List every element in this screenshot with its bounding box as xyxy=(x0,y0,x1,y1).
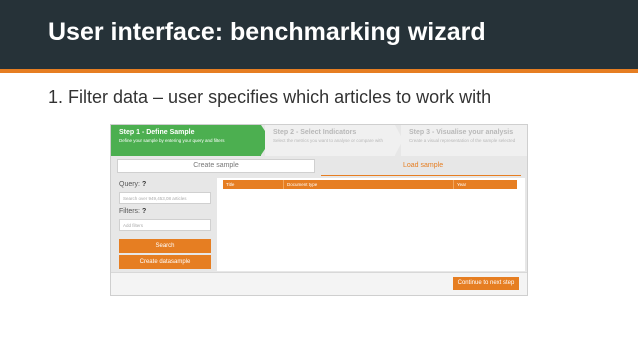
filters-label: Filters: ? xyxy=(119,208,147,215)
query-sidebar: Query: ? Search over 949,453,08 articles… xyxy=(115,178,215,272)
step-title: Step 2 - Select Indicators xyxy=(273,129,357,136)
column-header-title[interactable]: Title xyxy=(223,180,283,189)
filter-input[interactable]: Add filters xyxy=(119,219,211,231)
slide-title: User interface: benchmarking wizard xyxy=(48,18,486,46)
continue-button[interactable]: Continue to next step xyxy=(453,277,519,290)
bullet-point: 1. Filter data – user specifies which ar… xyxy=(48,87,492,107)
step-description: Create a visual representation of the sa… xyxy=(409,138,516,143)
step-title: Step 3 - Visualise your analysis xyxy=(409,129,514,136)
results-panel: Title Document type Year xyxy=(217,178,525,271)
query-input[interactable]: Search over 949,453,08 articles xyxy=(119,192,211,204)
step-3[interactable]: Step 3 - Visualise your analysis Create … xyxy=(401,125,527,156)
step-2[interactable]: Step 2 - Select Indicators Select the me… xyxy=(265,125,395,156)
column-header-year[interactable]: Year xyxy=(453,180,517,189)
tab-underline xyxy=(321,175,521,176)
step-description: Define your sample by entering your quer… xyxy=(119,138,225,143)
query-label: Query: ? xyxy=(119,181,147,188)
results-table-header: Title Document type Year xyxy=(223,180,517,189)
wizard-footer: Continue to next step xyxy=(111,272,527,295)
step-1[interactable]: Step 1 - Define Sample Define your sampl… xyxy=(111,125,261,156)
load-sample-tab[interactable]: Load sample xyxy=(403,162,443,169)
search-button[interactable]: Search xyxy=(119,239,211,253)
wizard-steps: Step 1 - Define Sample Define your sampl… xyxy=(111,125,527,156)
create-sample-tab[interactable]: Create sample xyxy=(117,159,315,173)
filters-help-icon[interactable]: ? xyxy=(142,208,146,215)
step-description: Select the metrics you want to analyse o… xyxy=(273,138,384,143)
slide-header: User interface: benchmarking wizard xyxy=(0,0,638,69)
wizard-screenshot: Step 1 - Define Sample Define your sampl… xyxy=(110,124,528,296)
step-title: Step 1 - Define Sample xyxy=(119,129,195,136)
create-datasample-button[interactable]: Create datasample xyxy=(119,255,211,269)
column-header-document-type[interactable]: Document type xyxy=(283,180,453,189)
query-help-icon[interactable]: ? xyxy=(142,181,146,188)
accent-bar xyxy=(0,69,638,73)
sample-tabs: Create sample Load sample xyxy=(111,156,527,178)
